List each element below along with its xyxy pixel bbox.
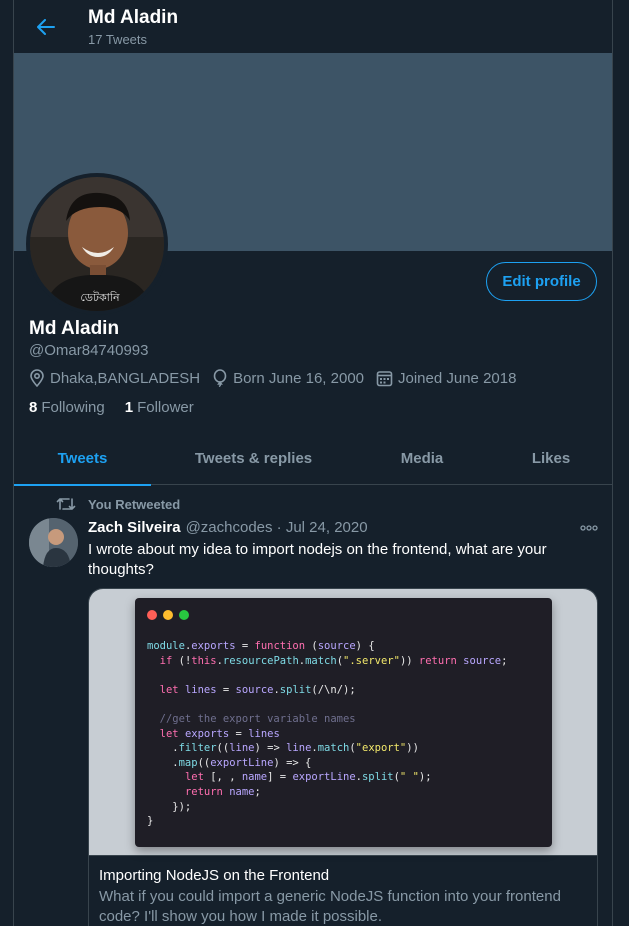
- author-photo: [29, 518, 78, 567]
- location-pin-icon: [30, 369, 44, 387]
- tweet-handle-date[interactable]: @zachcodes · Jul 24, 2020: [186, 519, 368, 536]
- retweet-note: You Retweeted: [88, 496, 181, 512]
- profile-name: Md Aladin: [29, 318, 120, 339]
- code-line: .filter((line) => line.match("export")): [147, 742, 419, 755]
- card-info: Importing NodeJS on the Frontend What if…: [89, 855, 597, 926]
- maximize-dot-icon: [179, 610, 189, 620]
- joined-text: Joined June 2018: [398, 369, 517, 387]
- code-line: //get the export variable names: [147, 712, 356, 725]
- code-line: .map((exportLine) => {: [147, 756, 312, 769]
- window-controls: [147, 610, 195, 620]
- svg-text:ডেটকানি: ডেটকানি: [80, 291, 120, 304]
- close-dot-icon: [147, 610, 157, 620]
- link-preview-card[interactable]: module.exports = function (source) { if …: [88, 588, 598, 926]
- following-label: Following: [41, 399, 105, 416]
- profile-header-bar: Md Aladin 17 Tweets: [14, 0, 612, 53]
- tweet-author-avatar[interactable]: [29, 518, 78, 567]
- code-line: }: [147, 815, 154, 828]
- location-text: Dhaka,BANGLADESH: [50, 369, 201, 387]
- code-line: let exports = lines: [159, 727, 280, 740]
- follower-count: 1: [124, 399, 134, 416]
- balloon-icon: [213, 369, 227, 387]
- code-line: let [, , name] = exportLine.split(" ");: [184, 771, 432, 784]
- tweet-text: I wrote about my idea to import nodejs o…: [88, 541, 547, 578]
- profile-handle: @Omar84740993: [29, 342, 149, 359]
- tab-likes[interactable]: Likes: [488, 432, 612, 485]
- birthday-text: Born June 16, 2000: [233, 369, 364, 387]
- minimize-dot-icon: [163, 610, 173, 620]
- code-line: module.exports = function (source) {: [147, 640, 375, 652]
- followers-link[interactable]: 1 Follower: [125, 399, 194, 416]
- follower-label: Follower: [137, 399, 194, 416]
- code-snippet: module.exports = function (source) { if …: [147, 639, 507, 829]
- arrow-left-icon: [37, 19, 55, 35]
- birthday-item: Born June 16, 2000: [212, 369, 364, 387]
- tab-media[interactable]: Media: [356, 432, 488, 485]
- code-window-image: module.exports = function (source) { if …: [135, 598, 552, 847]
- code-line: return name;: [184, 785, 261, 798]
- more-options-icon: [580, 525, 598, 531]
- following-link[interactable]: 8 Following: [29, 399, 105, 416]
- following-count: 8: [29, 399, 38, 416]
- tweet-more-button[interactable]: [578, 518, 600, 538]
- profile-avatar[interactable]: ডেটকানি: [26, 173, 168, 315]
- tweet-header: Zach Silveira @zachcodes · Jul 24, 2020: [88, 519, 368, 536]
- card-image: module.exports = function (source) { if …: [89, 589, 597, 855]
- retweet-icon: [56, 498, 76, 510]
- joined-item: Joined June 2018: [376, 369, 516, 387]
- tweet-author-name[interactable]: Zach Silveira: [88, 519, 181, 536]
- header-tweet-count: 17 Tweets: [88, 32, 148, 47]
- tab-tweets[interactable]: Tweets: [14, 432, 151, 486]
- card-title: Importing NodeJS on the Frontend: [99, 867, 330, 884]
- profile-column: Md Aladin 17 Tweets ডেটকানি Edit profile…: [13, 0, 613, 926]
- tab-tweets-and-replies[interactable]: Tweets & replies: [151, 432, 356, 485]
- retweet-indicator: You Retweeted: [56, 496, 180, 512]
- edit-profile-button[interactable]: Edit profile: [486, 262, 597, 301]
- code-line: });: [147, 800, 192, 813]
- avatar-photo: ডেটকানি: [30, 177, 164, 311]
- code-line: let lines = source.split(/\n/);: [159, 683, 356, 696]
- card-description: What if you could import a generic NodeJ…: [99, 888, 561, 925]
- header-name: Md Aladin: [88, 7, 179, 28]
- follow-stats: 8 Following 1 Follower: [29, 399, 214, 416]
- profile-tabs: Tweets Tweets & replies Media Likes: [14, 432, 612, 486]
- back-button[interactable]: [32, 13, 60, 41]
- code-line: if (!this.resourcePath.match(".server"))…: [159, 654, 508, 667]
- profile-meta: Dhaka,BANGLADESH Born June 16, 2000 Join…: [29, 369, 528, 387]
- calendar-icon: [376, 370, 393, 386]
- location-item: Dhaka,BANGLADESH: [29, 369, 200, 387]
